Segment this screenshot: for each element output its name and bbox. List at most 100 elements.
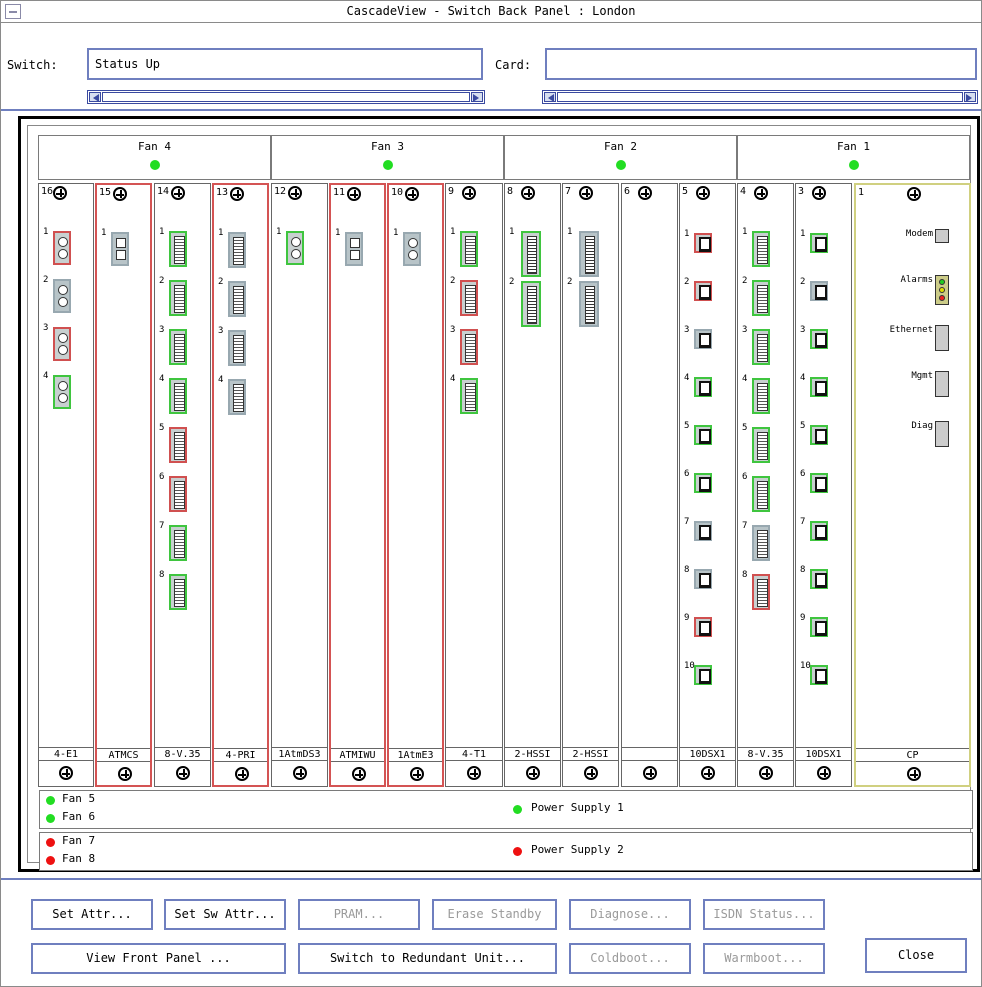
port-connector-icon[interactable] [169, 231, 187, 267]
port-connector-icon[interactable] [579, 281, 599, 327]
card-slot[interactable]: 6 [621, 183, 678, 787]
port-connector-icon[interactable] [460, 280, 478, 316]
card-field[interactable] [545, 48, 977, 80]
cp-port-icon[interactable] [935, 371, 949, 397]
port-connector-icon[interactable] [810, 425, 828, 445]
switch-field-scrollbar[interactable] [87, 90, 485, 104]
port-connector-icon[interactable] [694, 425, 712, 445]
scroll-thumb[interactable] [557, 92, 963, 102]
port-connector-icon[interactable] [169, 280, 187, 316]
card-slot[interactable]: 4 8-V.35 1 2 3 4 5 6 7 8 [737, 183, 794, 787]
switch-field[interactable]: Status Up [87, 48, 483, 80]
card-slot[interactable]: 5 10DSX1 1 2 3 4 5 6 7 8 9 10 [679, 183, 736, 787]
scroll-left-arrow-icon[interactable] [89, 92, 101, 102]
set-sw-attr-button[interactable]: Set Sw Attr... [164, 899, 286, 930]
port-connector-icon[interactable] [810, 281, 828, 301]
port-connector-icon[interactable] [460, 231, 478, 267]
diagnose-button[interactable]: Diagnose... [569, 899, 691, 930]
pram-button[interactable]: PRAM... [298, 899, 420, 930]
scroll-right-arrow-icon[interactable] [471, 92, 483, 102]
fan-label: Fan 3 [370, 140, 405, 153]
port-connector-icon[interactable] [694, 233, 712, 253]
card-slot[interactable]: 1 CP Modem Alarms Ethernet Mgmt Diag [854, 183, 971, 787]
card-slot[interactable]: 7 2-HSSI 1 2 [562, 183, 619, 787]
port-connector-icon[interactable] [752, 231, 770, 267]
scroll-thumb[interactable] [102, 92, 470, 102]
card-slot[interactable]: 9 4-T1 1 2 3 4 [445, 183, 503, 787]
scroll-left-arrow-icon[interactable] [544, 92, 556, 102]
port-connector-icon[interactable] [403, 232, 421, 266]
port-connector-icon[interactable] [810, 473, 828, 493]
port-connector-icon[interactable] [169, 427, 187, 463]
port-connector-icon[interactable] [810, 569, 828, 589]
port-connector-icon[interactable] [810, 329, 828, 349]
port-connector-icon[interactable] [228, 330, 246, 366]
switch-to-redundant-unit-button[interactable]: Switch to Redundant Unit... [298, 943, 557, 974]
port-connector-icon[interactable] [810, 233, 828, 253]
port-connector-icon[interactable] [694, 473, 712, 493]
scroll-right-arrow-icon[interactable] [964, 92, 976, 102]
port-connector-icon[interactable] [810, 665, 828, 685]
card-slot[interactable]: 14 8-V.35 1 2 3 4 5 6 7 8 [154, 183, 211, 787]
port-connector-icon[interactable] [169, 574, 187, 610]
port-connector-icon[interactable] [53, 279, 71, 313]
port-connector-icon[interactable] [111, 232, 129, 266]
port-connector-icon[interactable] [460, 378, 478, 414]
close-button[interactable]: Close [865, 938, 967, 973]
card-slot[interactable]: 3 10DSX1 1 2 3 4 5 6 7 8 9 10 [795, 183, 852, 787]
port-connector-icon[interactable] [694, 521, 712, 541]
port-connector-icon[interactable] [228, 281, 246, 317]
card-slot[interactable]: 8 2-HSSI 1 2 [504, 183, 561, 787]
port-connector-icon[interactable] [286, 231, 304, 265]
port-connector-icon[interactable] [53, 231, 71, 265]
port-connector-icon[interactable] [752, 280, 770, 316]
port-connector-icon[interactable] [810, 521, 828, 541]
port-connector-icon[interactable] [694, 665, 712, 685]
cp-port-icon[interactable] [935, 275, 949, 305]
port-connector-icon[interactable] [169, 378, 187, 414]
card-field-scrollbar[interactable] [542, 90, 978, 104]
erase-standby-button[interactable]: Erase Standby [432, 899, 557, 930]
port-connector-icon[interactable] [53, 327, 71, 361]
port-connector-icon[interactable] [752, 329, 770, 365]
cp-port-icon[interactable] [935, 325, 949, 351]
port-connector-icon[interactable] [521, 281, 541, 327]
port-connector-icon[interactable] [752, 525, 770, 561]
port-connector-icon[interactable] [228, 232, 246, 268]
port-number: 1 [43, 227, 49, 237]
port-connector-icon[interactable] [460, 329, 478, 365]
port-connector-icon[interactable] [521, 231, 541, 277]
cp-port-icon[interactable] [935, 229, 949, 243]
port-connector-icon[interactable] [228, 379, 246, 415]
port-connector-icon[interactable] [752, 427, 770, 463]
port-connector-icon[interactable] [810, 617, 828, 637]
port-connector-icon[interactable] [694, 329, 712, 349]
port-connector-icon[interactable] [752, 574, 770, 610]
coldboot-button[interactable]: Coldboot... [569, 943, 691, 974]
card-slot[interactable]: 10 1AtmE3 1 [387, 183, 444, 787]
port-connector-icon[interactable] [694, 377, 712, 397]
cp-port-icon[interactable] [935, 421, 949, 447]
port-number: 7 [800, 517, 806, 527]
port-connector-icon[interactable] [169, 329, 187, 365]
card-slot[interactable]: 15 ATMCS 1 [95, 183, 152, 787]
port-connector-icon[interactable] [752, 476, 770, 512]
card-slot[interactable]: 12 1AtmDS3 1 [271, 183, 328, 787]
card-slot[interactable]: 16 4-E1 1 2 3 4 [38, 183, 94, 787]
port-connector-icon[interactable] [169, 525, 187, 561]
port-connector-icon[interactable] [694, 617, 712, 637]
isdn-status-button[interactable]: ISDN Status... [703, 899, 825, 930]
port-connector-icon[interactable] [752, 378, 770, 414]
view-front-panel-button[interactable]: View Front Panel ... [31, 943, 286, 974]
card-slot[interactable]: 11 ATMIWU 1 [329, 183, 386, 787]
port-connector-icon[interactable] [810, 377, 828, 397]
port-connector-icon[interactable] [694, 281, 712, 301]
port-connector-icon[interactable] [169, 476, 187, 512]
port-connector-icon[interactable] [579, 231, 599, 277]
warmboot-button[interactable]: Warmboot... [703, 943, 825, 974]
port-connector-icon[interactable] [345, 232, 363, 266]
set-attr-button[interactable]: Set Attr... [31, 899, 153, 930]
port-connector-icon[interactable] [53, 375, 71, 409]
card-slot[interactable]: 13 4-PRI 1 2 3 4 [212, 183, 269, 787]
port-connector-icon[interactable] [694, 569, 712, 589]
